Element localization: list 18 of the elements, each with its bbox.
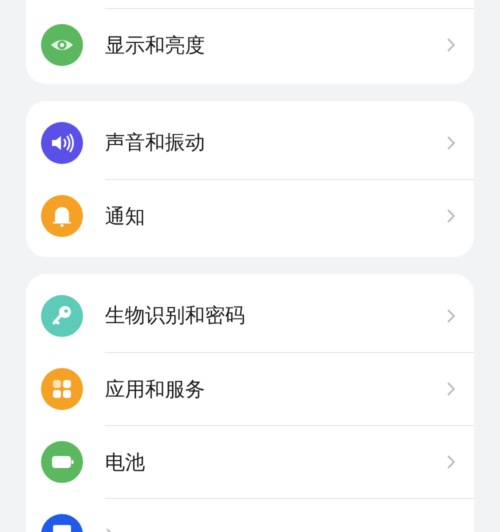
settings-item[interactable]: 显示和亮度 [26, 8, 474, 81]
settings-item[interactable]: 声音和振动 [26, 106, 474, 179]
item-label: 显示和亮度 [105, 32, 205, 58]
chevron-right-icon [446, 37, 456, 53]
settings-item[interactable]: 电池 [26, 425, 474, 498]
item-label: 声音和振动 [105, 129, 205, 156]
settings-item[interactable]: 通知 [26, 179, 474, 252]
chevron-right-icon [446, 208, 456, 224]
item-label: 通知 [105, 202, 145, 230]
item-label: 生物识别和密码 [105, 302, 245, 329]
chevron-right-icon [446, 454, 456, 470]
item-label: 应用和服务 [105, 376, 205, 402]
settings-item[interactable]: 应用和服务 [26, 352, 474, 425]
chevron-right-icon [446, 308, 456, 324]
item-label: 电池 [105, 448, 145, 476]
settings-item[interactable]: 生物识别和密码 [26, 279, 474, 352]
chevron-right-icon [446, 134, 456, 150]
chevron-right-icon [446, 381, 456, 397]
